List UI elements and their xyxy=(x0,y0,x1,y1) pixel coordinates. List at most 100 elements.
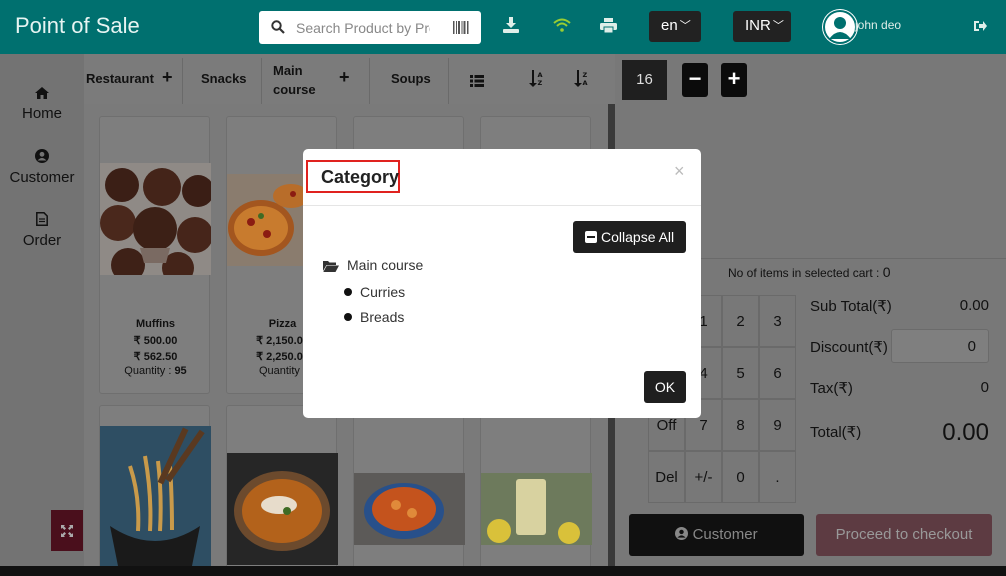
search-icon xyxy=(271,20,285,37)
key-0[interactable]: 0 xyxy=(722,451,759,503)
key-8[interactable]: 8 xyxy=(722,399,759,451)
increment-button[interactable]: + xyxy=(721,63,747,97)
key-decimal[interactable]: . xyxy=(759,451,796,503)
barcode-icon[interactable] xyxy=(453,21,469,37)
tab-label-restaurant: Restaurant xyxy=(86,71,154,86)
decrement-button[interactable]: − xyxy=(682,63,708,97)
tree-node-label: Breads xyxy=(360,309,405,325)
wifi-icon xyxy=(553,18,571,35)
product-image xyxy=(354,473,465,545)
home-icon xyxy=(0,86,84,103)
cart-item-count: No of items in selected cart : 0 xyxy=(728,264,891,280)
discount-label: Discount(₹) xyxy=(810,339,888,356)
key-9[interactable]: 9 xyxy=(759,399,796,451)
product-card-muffins[interactable]: Muffins ₹ 500.00 ₹ 562.50 Quantity : 95 xyxy=(99,116,214,394)
close-icon[interactable]: × xyxy=(674,161,685,182)
user-circle-icon xyxy=(0,149,84,167)
app-title: Point of Sale xyxy=(15,13,140,38)
minus-square-icon xyxy=(585,231,597,243)
key-3[interactable]: 3 xyxy=(759,295,796,347)
key-del[interactable]: Del xyxy=(648,451,685,503)
quantity-display[interactable]: 16 xyxy=(622,60,667,100)
quantity-label: Quantity : xyxy=(258,365,307,377)
top-header: Point of Sale en﹀ INR﹀ john deo xyxy=(0,0,1006,54)
tab-main-course[interactable]: Main course + xyxy=(262,54,369,104)
key-5[interactable]: 5 xyxy=(722,347,759,399)
tax-value: 0 xyxy=(980,379,989,396)
user-circle-icon xyxy=(675,515,689,557)
search-input[interactable] xyxy=(296,17,430,38)
nav-item-customer[interactable]: Customer xyxy=(0,149,84,186)
total-label: Total(₹) xyxy=(810,424,862,441)
user-name[interactable]: john deo xyxy=(855,18,901,32)
tree-node-label: Main course xyxy=(347,257,424,273)
product-price: ₹ 500.00 xyxy=(133,335,178,347)
modal-divider xyxy=(303,205,701,206)
cart-items-value: 0 xyxy=(882,264,891,280)
customer-button[interactable]: Customer xyxy=(629,514,804,556)
svg-text:A: A xyxy=(583,79,588,87)
modal-title: Category xyxy=(306,160,400,193)
product-image xyxy=(100,426,211,576)
tab-snacks[interactable]: Snacks xyxy=(183,54,261,104)
category-modal: Category × Collapse All Main course Curr… xyxy=(303,149,701,418)
nav-item-order[interactable]: Order xyxy=(0,212,84,249)
logout-icon[interactable] xyxy=(974,19,987,35)
quantity-value: 95 xyxy=(174,365,187,377)
plus-icon[interactable]: + xyxy=(162,67,173,88)
subtotal-value: 0.00 xyxy=(959,297,989,314)
bullet-icon xyxy=(344,288,352,296)
nav-item-home[interactable]: Home xyxy=(0,86,84,122)
product-image xyxy=(100,163,214,284)
product-card[interactable] xyxy=(226,405,338,575)
printer-icon[interactable] xyxy=(600,18,617,36)
sort-alpha-asc-icon[interactable]: AZ xyxy=(529,70,543,90)
download-icon[interactable] xyxy=(503,17,519,36)
bottom-strip xyxy=(0,566,1006,576)
nav-label-customer: Customer xyxy=(9,169,75,186)
tab-label-main-course: Main course xyxy=(273,63,316,97)
fullscreen-button[interactable] xyxy=(51,510,83,551)
cart-items-label: No of items in selected cart : xyxy=(728,266,880,280)
expand-arrows-icon xyxy=(61,524,73,540)
subtotal-label: Sub Total(₹) xyxy=(810,298,892,315)
sort-alpha-desc-icon[interactable]: ZA xyxy=(574,70,588,90)
quantity-label: Quantity : xyxy=(124,365,172,377)
bullet-icon xyxy=(344,313,352,321)
tab-label-snacks: Snacks xyxy=(201,71,247,86)
product-card[interactable] xyxy=(353,405,465,575)
product-name: Muffins xyxy=(135,318,176,330)
left-nav: Home Customer Order xyxy=(0,54,84,566)
language-select[interactable]: en ﹀ xyxy=(649,11,701,42)
key-6[interactable]: 6 xyxy=(759,347,796,399)
nav-label-order: Order xyxy=(22,232,62,249)
tab-restaurant[interactable]: Restaurant + xyxy=(86,54,182,104)
list-icon[interactable] xyxy=(470,74,484,90)
nav-label-home: Home xyxy=(21,105,62,122)
product-image xyxy=(227,453,338,565)
tab-soups[interactable]: Soups xyxy=(370,54,448,104)
tab-label-soups: Soups xyxy=(391,71,431,86)
search-box[interactable] xyxy=(259,11,481,44)
collapse-all-label: Collapse All xyxy=(601,229,675,245)
collapse-all-button[interactable]: Collapse All xyxy=(573,221,686,253)
plus-icon[interactable]: + xyxy=(339,67,350,88)
product-card[interactable] xyxy=(99,405,211,576)
avatar[interactable] xyxy=(822,9,858,45)
key-2[interactable]: 2 xyxy=(722,295,759,347)
svg-text:Z: Z xyxy=(583,71,588,79)
tax-label: Tax(₹) xyxy=(810,380,853,397)
discount-input[interactable]: 0 xyxy=(891,329,989,363)
currency-value: INR xyxy=(745,17,771,34)
product-quantity: Quantity : 95 xyxy=(100,365,211,377)
product-price-alt: ₹ 562.50 xyxy=(133,351,178,363)
currency-select[interactable]: INR ﹀ xyxy=(733,11,791,42)
customer-button-label: Customer xyxy=(692,526,758,543)
language-value: en xyxy=(661,17,678,34)
total-value: 0.00 xyxy=(942,419,989,446)
folder-open-icon xyxy=(323,259,339,275)
checkout-button[interactable]: Proceed to checkout xyxy=(816,514,992,556)
product-card[interactable] xyxy=(480,405,592,575)
key-plus-minus[interactable]: +/- xyxy=(685,451,722,503)
ok-button[interactable]: OK xyxy=(644,371,686,403)
